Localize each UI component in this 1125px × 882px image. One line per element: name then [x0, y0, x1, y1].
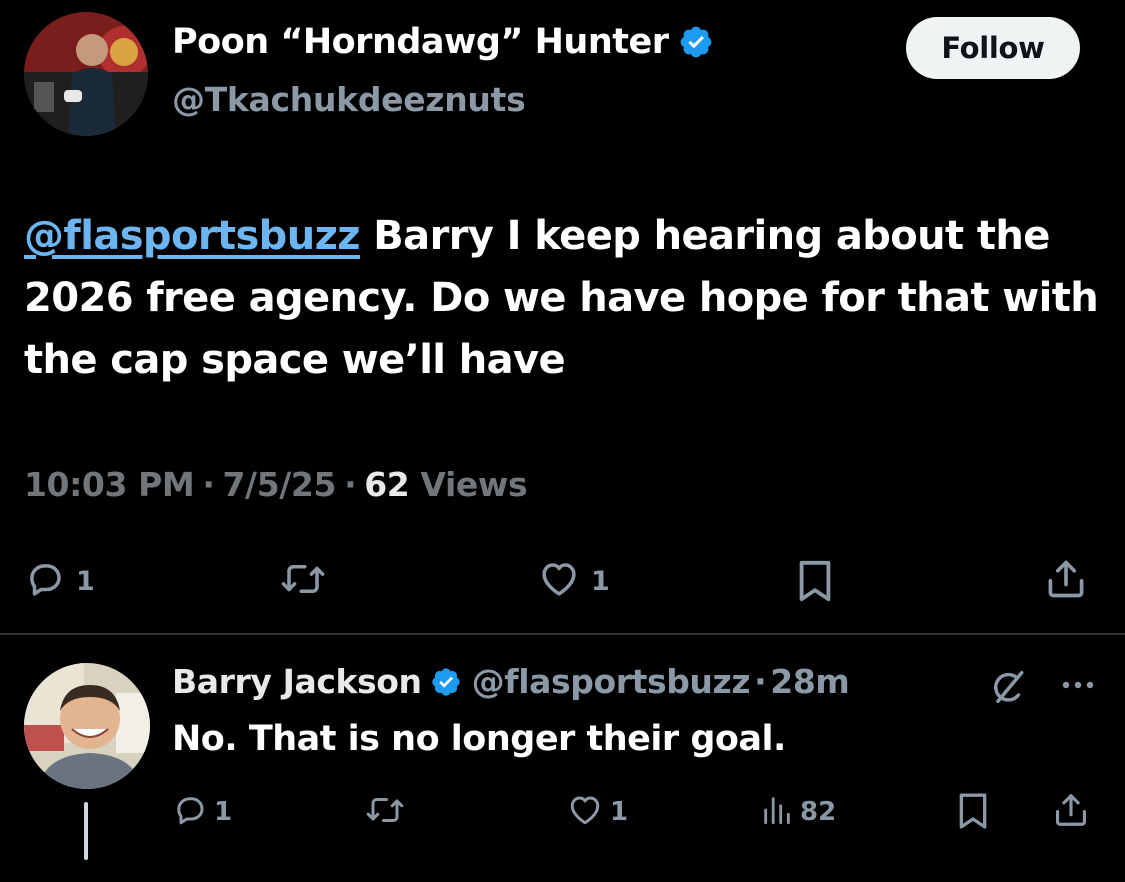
- author-name-text: Poon “Horndawg” Hunter: [172, 22, 669, 62]
- share-icon: [1044, 556, 1088, 606]
- reply-text: No. That is no longer their goal.: [172, 719, 786, 759]
- bookmark-icon: [956, 791, 990, 835]
- retweet-button[interactable]: [280, 558, 326, 604]
- separator-dot: ·: [344, 465, 357, 504]
- retweet-icon: [365, 792, 405, 832]
- heart-icon: [566, 792, 604, 832]
- tweet-time[interactable]: 10:03 PM: [24, 465, 195, 504]
- tweet-date[interactable]: 7/5/25: [223, 465, 337, 504]
- bookmark-button[interactable]: [795, 558, 835, 608]
- more-icon: [1058, 681, 1098, 704]
- reply-button[interactable]: 1: [24, 558, 95, 604]
- reply-author-avatar[interactable]: [24, 663, 150, 789]
- views-label: Views: [420, 465, 528, 504]
- separator-dot: ·: [754, 662, 767, 701]
- reply-timestamp[interactable]: 28m: [770, 662, 850, 701]
- reply-views-count: 82: [800, 797, 837, 827]
- grok-icon: [990, 671, 1028, 710]
- verified-badge-icon: [678, 24, 714, 60]
- author-display-name[interactable]: Poon “Horndawg” Hunter: [172, 22, 714, 62]
- author-avatar[interactable]: [24, 12, 148, 136]
- heart-icon: [537, 558, 581, 604]
- separator-dot: ·: [202, 465, 215, 504]
- tweet-text: @flasportsbuzz Barry I keep hearing abou…: [24, 205, 1104, 391]
- more-options-button[interactable]: [1058, 670, 1098, 704]
- thread-line: [84, 802, 88, 860]
- reply-reply-button[interactable]: 1: [172, 792, 232, 832]
- reply-header: Barry Jackson @flasportsbuzz · 28m: [172, 662, 850, 701]
- reply-count: 1: [76, 565, 95, 597]
- reply-icon: [24, 558, 66, 604]
- like-button[interactable]: 1: [537, 558, 610, 604]
- reply-like-count: 1: [610, 797, 629, 827]
- grok-button[interactable]: [990, 668, 1028, 710]
- verified-badge-icon: [430, 666, 462, 698]
- reply-bookmark-button[interactable]: [956, 791, 990, 835]
- bookmark-icon: [795, 558, 835, 608]
- reply-author-name[interactable]: Barry Jackson: [172, 662, 422, 701]
- reply-icon: [172, 792, 208, 832]
- analytics-icon: [760, 792, 794, 832]
- mention-link[interactable]: @flasportsbuzz: [24, 213, 361, 259]
- share-button[interactable]: [1044, 556, 1088, 606]
- like-count: 1: [591, 565, 610, 597]
- share-icon: [1052, 790, 1090, 834]
- tweet-metadata: 10:03 PM · 7/5/25 · 62 Views: [24, 465, 528, 504]
- follow-button[interactable]: Follow: [906, 17, 1080, 79]
- author-handle[interactable]: @Tkachukdeeznuts: [172, 80, 526, 119]
- reply-analytics-button[interactable]: 82: [760, 792, 836, 832]
- reply-like-button[interactable]: 1: [566, 792, 628, 832]
- reply-author-handle[interactable]: @flasportsbuzz: [472, 662, 751, 701]
- retweet-icon: [280, 558, 326, 604]
- reply-share-button[interactable]: [1052, 790, 1090, 834]
- reply-retweet-button[interactable]: [365, 792, 405, 832]
- views-count: 62: [364, 465, 410, 504]
- divider: [0, 633, 1125, 635]
- reply-reply-count: 1: [214, 797, 233, 827]
